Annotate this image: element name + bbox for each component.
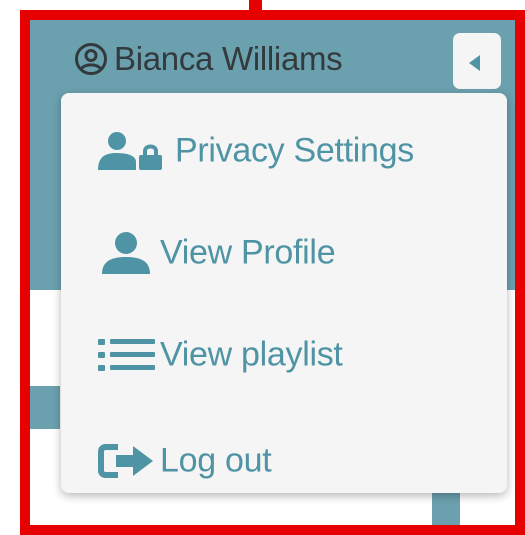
user-circle-icon <box>75 43 107 75</box>
user-account-button[interactable]: Bianca Williams <box>74 34 343 84</box>
menu-toggle-button[interactable] <box>453 33 501 89</box>
menu-item-label: View Profile <box>160 233 336 272</box>
user-icon <box>102 232 150 274</box>
list-icon <box>98 339 155 371</box>
user-dropdown-menu: Privacy Settings View Profile View playl… <box>61 93 507 493</box>
page-background-stripe <box>30 386 60 429</box>
menu-item-log-out[interactable]: Log out <box>61 411 507 511</box>
caret-left-icon <box>469 55 480 71</box>
menu-item-privacy-settings[interactable]: Privacy Settings <box>61 101 507 201</box>
user-lock-icon <box>98 132 162 170</box>
menu-item-label: View playlist <box>160 335 343 374</box>
menu-item-label: Log out <box>160 441 272 480</box>
sign-out-icon <box>98 444 153 478</box>
menu-item-label: Privacy Settings <box>175 131 414 170</box>
menu-item-view-playlist[interactable]: View playlist <box>61 305 507 405</box>
menu-item-view-profile[interactable]: View Profile <box>61 203 507 303</box>
user-name: Bianca Williams <box>114 40 343 77</box>
highlight-frame: Bianca Williams Privacy Settings View Pr… <box>20 10 525 535</box>
